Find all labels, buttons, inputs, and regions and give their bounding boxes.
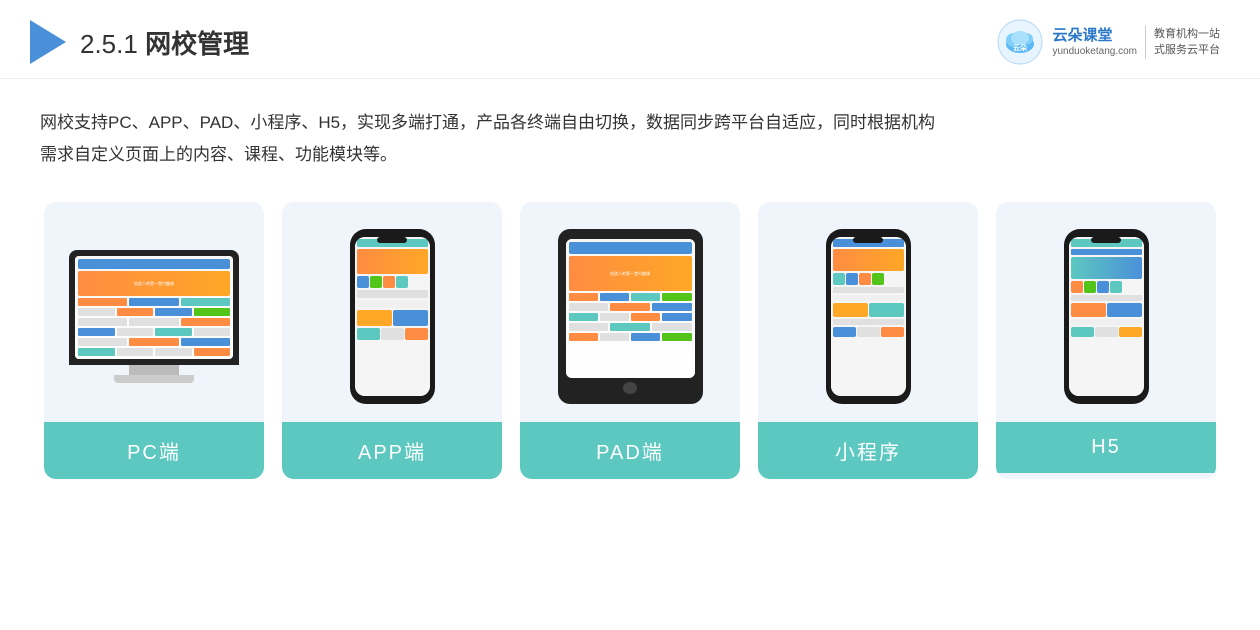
card-pad: 创造人的第一堂兴趣课 <box>520 202 740 479</box>
card-app-label: APP端 <box>282 422 502 479</box>
tablet-mockup: 创造人的第一堂兴趣课 <box>558 229 703 404</box>
card-miniapp-label: 小程序 <box>758 422 978 479</box>
description-text: 网校支持PC、APP、PAD、小程序、H5，实现多端打通，产品各终端自由切换，数… <box>40 107 1220 172</box>
phone-app-mockup <box>350 229 435 404</box>
platform-cards: 创造人的第一堂兴趣课 <box>0 182 1260 509</box>
desc-line1: 网校支持PC、APP、PAD、小程序、H5，实现多端打通，产品各终端自由切换，数… <box>40 113 935 132</box>
card-h5-label: H5 <box>996 422 1216 473</box>
monitor-screen: 创造人的第一堂兴趣课 <box>75 256 233 359</box>
monitor-stand <box>129 365 179 375</box>
section-number: 2.5.1 <box>80 29 138 59</box>
card-miniapp-image <box>758 202 978 422</box>
brand-icon: 云朵 <box>996 18 1044 66</box>
card-pc-image: 创造人的第一堂兴趣课 <box>44 202 264 422</box>
card-pad-label: PAD端 <box>520 422 740 479</box>
card-app: APP端 <box>282 202 502 479</box>
svg-text:云朵: 云朵 <box>1013 43 1028 52</box>
phone-miniapp-notch <box>853 237 883 243</box>
brand-logo: 云朵 云朵课堂 yunduoketang.com 教育机构一站 式服务云平台 <box>996 18 1220 66</box>
monitor-base <box>114 375 194 383</box>
brand-slogan-line2: 式服务云平台 <box>1154 44 1220 56</box>
phone-h5-screen <box>1069 237 1144 396</box>
page: 2.5.1 网校管理 云朵 云朵课堂 yunduoketang.com <box>0 0 1260 630</box>
phone-miniapp-screen <box>831 237 906 396</box>
phone-miniapp-mockup <box>826 229 911 404</box>
brand-slogan-line1: 教育机构一站 <box>1154 28 1220 40</box>
pc-monitor-mockup: 创造人的第一堂兴趣课 <box>69 250 239 383</box>
brand-name: 云朵课堂 <box>1052 26 1137 46</box>
card-h5: H5 <box>996 202 1216 479</box>
brand-cloud-icon: 云朵 <box>996 18 1044 66</box>
card-pc: 创造人的第一堂兴趣课 <box>44 202 264 479</box>
card-miniapp: 小程序 <box>758 202 978 479</box>
card-h5-image <box>996 202 1216 422</box>
phone-h5-notch <box>1091 237 1121 243</box>
section-title: 网校管理 <box>145 29 249 59</box>
phone-app-screen <box>355 237 430 396</box>
tablet-home-button <box>623 382 637 395</box>
card-pad-image: 创造人的第一堂兴趣课 <box>520 202 740 422</box>
card-app-image <box>282 202 502 422</box>
brand-text: 云朵课堂 yunduoketang.com <box>1052 26 1137 59</box>
tablet-screen: 创造人的第一堂兴趣课 <box>566 239 695 377</box>
brand-domain: yunduoketang.com <box>1052 45 1137 58</box>
header: 2.5.1 网校管理 云朵 云朵课堂 yunduoketang.com <box>0 0 1260 79</box>
monitor-frame: 创造人的第一堂兴趣课 <box>69 250 239 365</box>
card-pc-label: PC端 <box>44 422 264 479</box>
brand-slogan: 教育机构一站 式服务云平台 <box>1145 26 1220 59</box>
description-block: 网校支持PC、APP、PAD、小程序、H5，实现多端打通，产品各终端自由切换，数… <box>0 79 1260 182</box>
page-title: 2.5.1 网校管理 <box>80 24 249 61</box>
desc-line2: 需求自定义页面上的内容、课程、功能模块等。 <box>40 145 397 164</box>
header-left: 2.5.1 网校管理 <box>30 20 249 64</box>
phone-h5-mockup <box>1064 229 1149 404</box>
logo-triangle-icon <box>30 20 66 64</box>
phone-notch <box>377 237 407 243</box>
